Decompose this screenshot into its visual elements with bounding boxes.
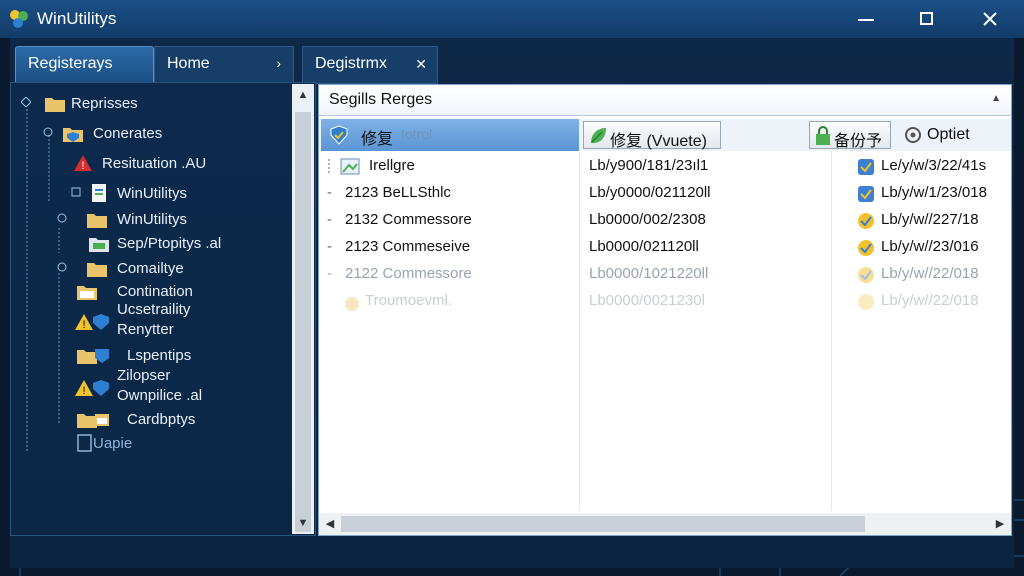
- tree-item-sepptopitys[interactable]: Sep/Ptopitys .al: [87, 233, 297, 255]
- tree-item-lspentips[interactable]: Lspentips: [77, 345, 297, 367]
- scroll-thumb[interactable]: [295, 112, 311, 532]
- tree-dash-icon: -: [327, 211, 332, 228]
- tree-dash-icon: -: [327, 238, 332, 255]
- scroll-up-icon[interactable]: ▲: [292, 84, 314, 106]
- minimize-button[interactable]: [851, 6, 879, 32]
- folder-icon: [77, 414, 109, 428]
- tree-vertical-scrollbar[interactable]: ▲ ▼: [292, 84, 314, 534]
- scroll-down-icon[interactable]: ▼: [292, 512, 314, 534]
- window-title: WinUtilitys: [37, 9, 117, 28]
- tree-item-cardbptys[interactable]: Cardbptys: [77, 409, 297, 431]
- fix-update-button[interactable]: 修复 (Vvuete): [583, 121, 721, 150]
- tree-item-winutilitys-2[interactable]: WinUtilitys: [57, 209, 297, 231]
- item-icon: [345, 297, 359, 311]
- table-row[interactable]: - 2122 Commessore Lb0000/1021220ll Lb/y/…: [319, 261, 1011, 288]
- status-check-icon: [858, 267, 874, 283]
- expand-icon: [57, 213, 67, 223]
- app-logo-icon: [10, 10, 28, 28]
- svg-text:!: !: [81, 160, 84, 172]
- tree-dash-icon: -: [327, 265, 332, 282]
- registry-value-icon: [328, 158, 360, 175]
- leaf-fix-icon: [591, 128, 606, 144]
- close-button[interactable]: [976, 6, 1004, 32]
- tree-item-reprisses[interactable]: Reprisses: [19, 93, 289, 115]
- table-row[interactable]: Irellgre Lb/y900/181/23ıl1 Le/y/w/3/22/4…: [319, 153, 1011, 180]
- status-check-icon: [858, 159, 874, 175]
- chevron-right-icon: ›: [276, 55, 281, 71]
- tree-item-comailtye[interactable]: Comailtye: [57, 258, 297, 280]
- panel-header: Segills Rerges ▲: [319, 85, 1011, 116]
- warning-shield-icon: !: [75, 380, 109, 397]
- shield-folder-icon: [63, 128, 83, 142]
- close-icon: [983, 12, 997, 26]
- tab-degistrmx[interactable]: Degistrmx ✕: [302, 46, 438, 84]
- toolbar: 修复 Iotrol 修复 (Vvuete) 备份予 Optiet: [319, 119, 1011, 151]
- tree-item-zilopser[interactable]: ! Zilopser Ownpilice .al: [75, 367, 295, 409]
- tree-dash-icon: -: [327, 184, 332, 201]
- backup-button[interactable]: 备份予: [809, 121, 891, 150]
- registry-tree-panel: Reprisses Conerates ! Resituation .AU Wi…: [10, 82, 316, 536]
- table-row[interactable]: - 2123 Commeseive Lb0000/021120ll Lb/y/w…: [319, 234, 1011, 261]
- svg-text:!: !: [82, 319, 85, 331]
- folder-icon: [89, 238, 109, 252]
- tree-item-resituation[interactable]: ! Resituation .AU: [71, 153, 291, 175]
- status-check-icon: [858, 213, 874, 229]
- document-icon: [92, 184, 106, 202]
- folder-icon: [87, 214, 107, 228]
- maximize-icon: [920, 12, 933, 25]
- svg-text:!: !: [82, 385, 85, 397]
- status-check-icon: [858, 294, 874, 310]
- panel-title: Segills Rerges: [329, 91, 433, 108]
- collapse-icon: [71, 187, 81, 197]
- shield-folder-icon: [77, 349, 109, 364]
- tree-item-conerates[interactable]: Conerates: [41, 123, 291, 145]
- title-bar: WinUtilitys: [0, 0, 1024, 38]
- scroll-right-icon[interactable]: ▶: [989, 513, 1011, 535]
- fix-button[interactable]: 修复 Iotrol: [321, 119, 579, 151]
- tree-item-ucsetraility[interactable]: ! Ucsetraility Renytter: [75, 301, 295, 343]
- document-icon: [77, 434, 92, 452]
- values-horizontal-scrollbar[interactable]: ◀ ▶: [319, 513, 1011, 535]
- expand-icon: [43, 127, 53, 137]
- tab-label: Registerays: [28, 55, 113, 72]
- tab-label: Home: [167, 55, 210, 72]
- collapse-up-icon[interactable]: ▲: [991, 93, 1001, 104]
- table-row[interactable]: - 2123 BeLLSthlc Lb/y0000/021120ll Lb/y/…: [319, 180, 1011, 207]
- warning-shield-icon: !: [75, 314, 109, 331]
- maximize-button[interactable]: [913, 6, 941, 32]
- expand-icon: [21, 97, 31, 107]
- folder-icon: [45, 98, 65, 112]
- folder-icon: [87, 263, 107, 277]
- folder-icon: [77, 286, 97, 300]
- tree-item-winutilitys-1[interactable]: WinUtilitys: [71, 183, 291, 205]
- status-check-icon: [858, 186, 874, 202]
- table-row[interactable]: - 2132 Commessore Lb0000/002/2308 Lb/y/w…: [319, 207, 1011, 234]
- registry-values-table: Irellgre Lb/y900/181/23ıl1 Le/y/w/3/22/4…: [319, 153, 1011, 513]
- shield-check-icon: [330, 125, 348, 145]
- registry-values-panel: Segills Rerges ▲ 修复 Iotrol 修复 (Vvuete) 备…: [318, 84, 1012, 536]
- status-check-icon: [858, 240, 874, 256]
- tab-close-icon[interactable]: ✕: [415, 56, 427, 73]
- scroll-left-icon[interactable]: ◀: [319, 513, 341, 535]
- tab-registerays[interactable]: Registerays: [15, 46, 154, 84]
- table-row[interactable]: Troumoevml. Lb0000/0021230l Lb/y/w//22/0…: [319, 288, 1011, 315]
- tab-home[interactable]: Home ›: [154, 46, 294, 84]
- tree-item-contination[interactable]: Contination: [77, 281, 297, 303]
- tab-label: Degistrmx: [315, 55, 388, 72]
- lock-icon: [816, 126, 830, 145]
- registry-tree: Reprisses Conerates ! Resituation .AU Wi…: [11, 83, 301, 535]
- tree-item-uapie[interactable]: Uapie: [75, 433, 275, 455]
- expand-icon: [57, 262, 67, 272]
- minimize-icon: [858, 19, 874, 21]
- warning-icon: !: [74, 155, 92, 172]
- scroll-thumb[interactable]: [341, 516, 865, 532]
- gear-icon: [905, 127, 921, 143]
- option-button[interactable]: Optiet: [903, 121, 1003, 149]
